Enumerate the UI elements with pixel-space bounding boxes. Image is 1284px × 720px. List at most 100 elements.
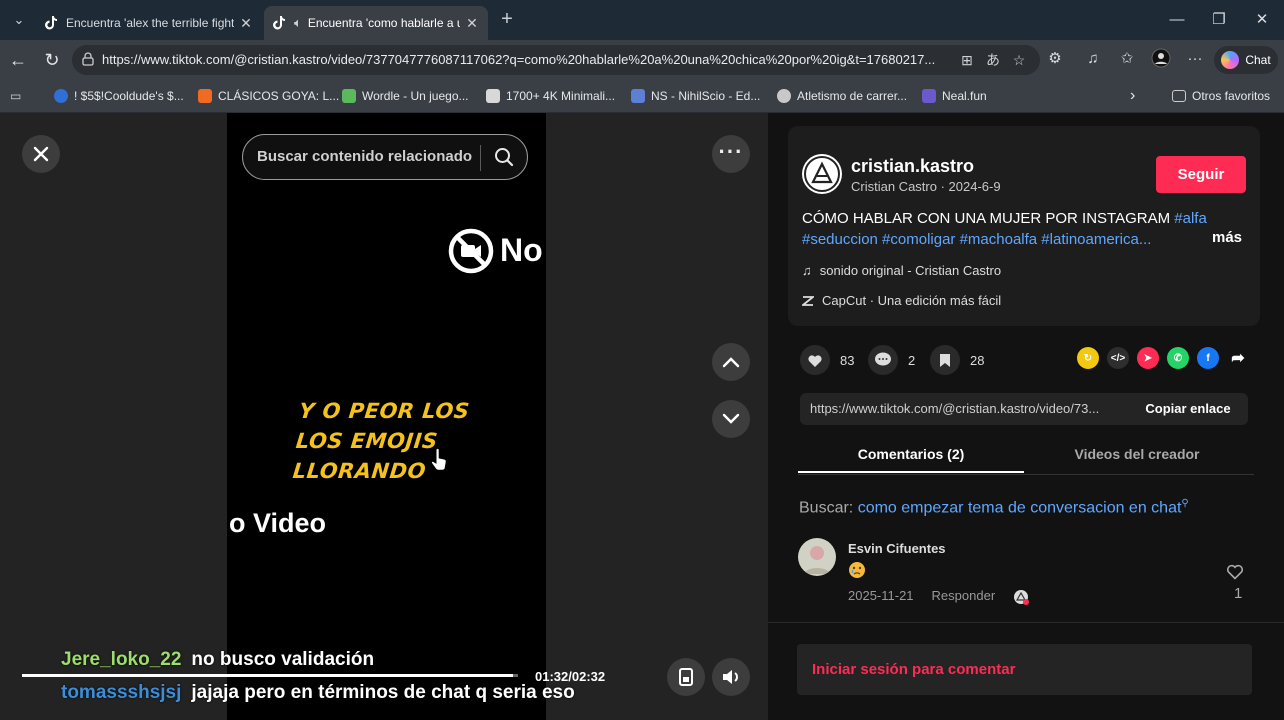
send-to-friends-icon[interactable]: ➤ [1137,347,1159,369]
mini-player-button[interactable] [667,658,705,696]
close-icon [33,146,49,162]
divider [768,622,1284,623]
author-avatar[interactable] [802,154,842,194]
profile-avatar[interactable] [1150,48,1172,70]
creator-liked-avatar [1013,589,1029,605]
related-search-input[interactable]: Buscar contenido relacionado [242,134,528,180]
address-bar[interactable]: https://www.tiktok.com/@cristian.kastro/… [72,45,1040,75]
browser-tab-2[interactable]: 🔈︎ Encuentra 'como hablarle a una chica … [264,6,488,40]
volume-icon [723,670,738,684]
bookmark-favicon [54,89,68,103]
copilot-chat-button[interactable]: Chat [1214,46,1278,74]
refresh-icon[interactable]: ↻ [40,48,64,72]
bookmark-favicon [631,89,645,103]
like-stat[interactable]: 83 [800,345,854,375]
site-info-icon[interactable] [82,52,94,66]
extensions-icon[interactable]: ⚙ [1044,48,1066,70]
chat-label: Chat [1245,53,1271,67]
author-logo-icon [804,156,840,192]
bookmark-label: ! $5$!Cooldude's $... [74,89,184,103]
favorite-star-icon[interactable]: ☆ [1010,51,1028,69]
reply-button[interactable]: Responder [932,588,996,603]
browser-toolbar: ← ↻ https://www.tiktok.com/@cristian.kas… [0,40,1284,80]
related-search[interactable]: Buscar: como empezar tema de conversacio… [799,498,1189,517]
capcut-link[interactable]: CapCut · Una edición más fácil [802,293,1001,308]
tab-creator-videos[interactable]: Videos del creador [1024,446,1250,462]
bookmark-label: Atletismo de carrer... [797,89,908,103]
bookmark-3[interactable]: Wordle - Un juego... [342,88,469,104]
search-icon[interactable] [493,146,515,168]
tab-actions-menu-icon[interactable]: ⌄ [6,8,32,32]
bookmark-1[interactable]: ! $5$!Cooldude's $... [54,88,184,104]
divider [480,145,481,171]
tiktok-icon [272,16,286,30]
login-to-comment-button[interactable]: Iniciar sesión para comentar [797,644,1252,695]
comment-avatar[interactable] [798,538,836,576]
comment-stat[interactable]: 2 [868,345,915,375]
facebook-icon[interactable]: f [1197,347,1219,369]
minimize-icon[interactable]: — [1162,8,1192,32]
chat-username: tomassshsjsj [61,682,182,703]
chat-message-text: jajaja pero en términos de chat q seria … [191,682,575,703]
new-tab-button[interactable]: + [496,8,518,32]
no-video-icon [448,228,494,274]
speaker-icon[interactable]: 🔈︎ [294,15,302,31]
other-favorites[interactable]: Otros favoritos [1172,88,1270,104]
more-options-button[interactable]: ··· [712,135,750,173]
tab-collections-icon[interactable]: ▭ [10,89,28,103]
post-card: cristian.kastro Cristian Castro · 2024-6… [788,126,1260,326]
bookmark-icon [930,345,960,375]
comment-count: 2 [908,352,916,368]
post-description: CÓMO HABLAR CON UNA MUJER POR INSTAGRAM … [802,208,1232,250]
music-icon[interactable]: ♫ [1082,48,1104,70]
more-options-icon[interactable]: ··· [1184,48,1206,70]
video-progress-bar[interactable] [22,674,518,677]
browser-tab-1[interactable]: Encuentra 'alex the terrible fight' en T… [36,6,262,40]
next-video-button[interactable] [712,400,750,438]
favorites-icon[interactable]: ✩ [1116,48,1138,70]
comment-author[interactable]: Esvin Cifuentes [848,541,946,556]
more-link[interactable]: más [1212,229,1242,246]
follow-button[interactable]: Seguir [1156,156,1246,193]
repost-icon[interactable]: ↻ [1077,347,1099,369]
bookmark-5[interactable]: NS - NihilScio - Ed... [631,88,760,104]
folder-icon [1172,90,1186,102]
embed-icon[interactable]: </> [1107,347,1129,369]
close-video-button[interactable] [22,135,60,173]
restore-icon[interactable]: ❐ [1204,8,1234,32]
video-caption: Y O PEOR LOS LOS EMOJIS LLORANDO [291,399,471,483]
save-stat[interactable]: 28 [930,345,984,375]
volume-button[interactable] [712,658,750,696]
previous-video-button[interactable] [712,343,750,381]
comment-like-heart-icon[interactable] [1226,563,1244,580]
close-window-icon[interactable]: ✕ [1247,8,1277,32]
bookmark-favicon [777,89,791,103]
back-icon[interactable]: ← [6,48,30,72]
bookmark-favicon [922,89,936,103]
copy-link-bar: https://www.tiktok.com/@cristian.kastro/… [800,393,1248,425]
tab-comments[interactable]: Comentarios (2) [798,446,1024,462]
comment-like-count: 1 [1234,585,1243,602]
url-text[interactable]: https://www.tiktok.com/@cristian.kastro/… [102,52,948,67]
tab-title: Encuentra 'como hablarle a una chica por… [307,16,460,30]
chevron-right-icon[interactable]: › [1130,87,1135,104]
bookmark-label: Neal.fun [942,89,987,103]
bookmark-label: 1700+ 4K Minimali... [506,89,616,103]
login-label: Iniciar sesión para comentar [812,661,1016,678]
close-tab-icon[interactable]: ✕ [464,15,480,32]
app-available-icon[interactable]: ⊞ [958,51,976,69]
related-search-query[interactable]: como empezar tema de conversacion en cha… [858,499,1182,516]
bookmark-2[interactable]: CLÁSICOS GOYA: L... [198,88,339,104]
sound-link[interactable]: ♫ sonido original - Cristian Castro [802,263,1001,278]
bookmark-6[interactable]: Atletismo de carrer... [777,88,907,104]
description-text: CÓMO HABLAR CON UNA MUJER POR INSTAGRAM [802,210,1175,227]
bookmark-7[interactable]: Neal.fun [922,88,987,104]
copy-link-button[interactable]: Copiar enlace [1128,393,1248,425]
bookmark-4[interactable]: 1700+ 4K Minimali... [486,88,615,104]
author-username[interactable]: cristian.kastro [851,156,974,177]
translate-icon[interactable]: あ [984,51,1002,69]
share-arrow-icon[interactable]: ➦ [1227,347,1249,369]
close-tab-icon[interactable]: ✕ [238,15,254,32]
like-count: 83 [840,352,855,368]
whatsapp-icon[interactable]: ✆ [1167,347,1189,369]
